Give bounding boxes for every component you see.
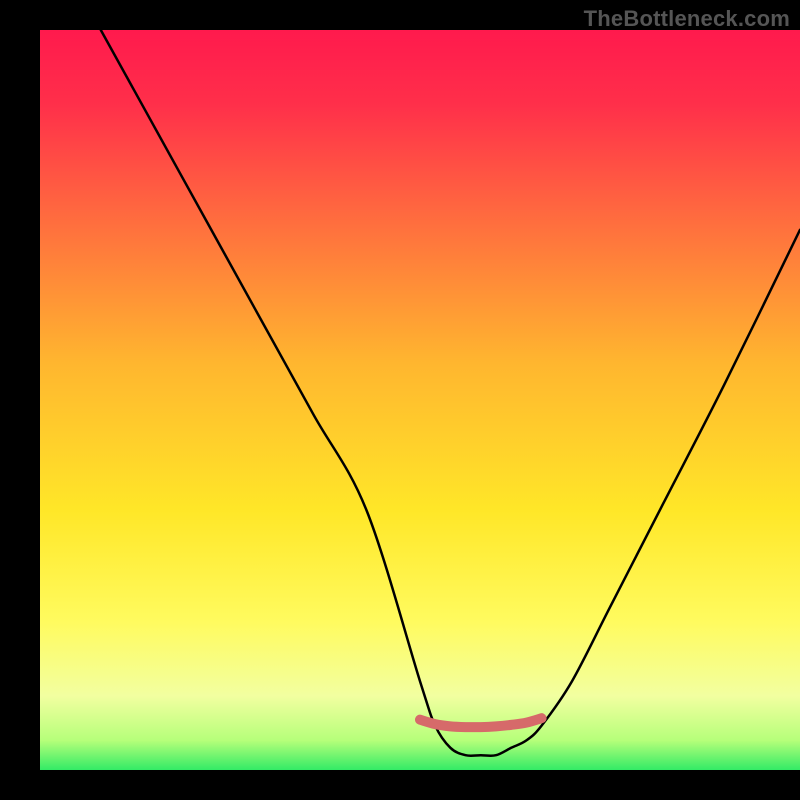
plot-area bbox=[40, 30, 800, 770]
chart-container: TheBottleneck.com bbox=[0, 0, 800, 800]
watermark-text: TheBottleneck.com bbox=[584, 6, 790, 32]
chart-svg bbox=[0, 0, 800, 800]
